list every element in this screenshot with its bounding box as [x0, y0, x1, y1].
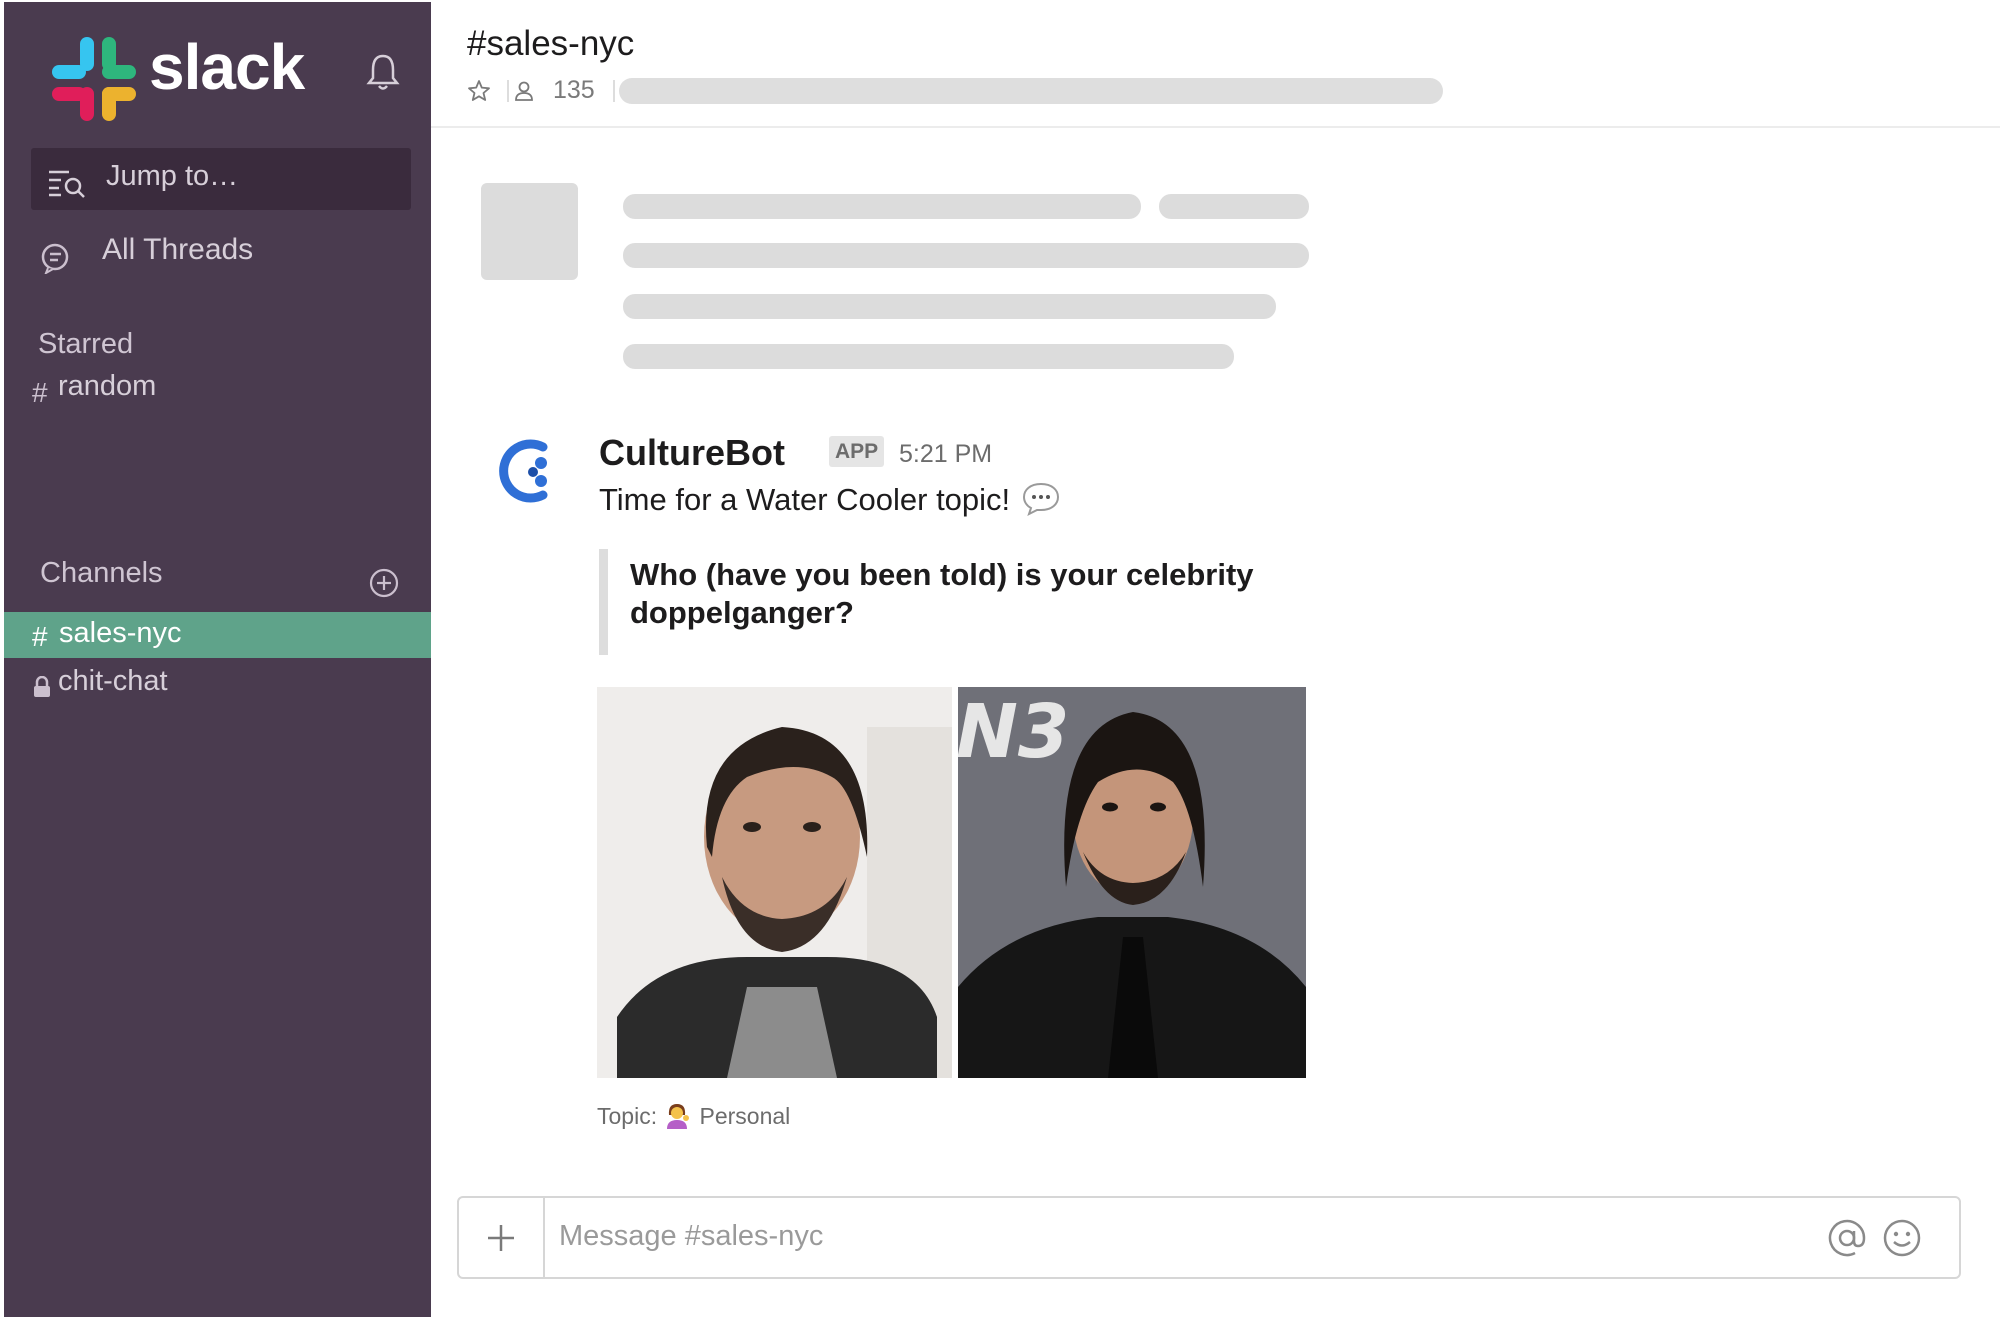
all-threads-link[interactable]: All Threads: [102, 233, 253, 267]
channels-section-label: Channels: [40, 557, 163, 589]
loading-line: [623, 344, 1234, 369]
sidebar-item-label: random: [58, 370, 157, 402]
sidebar-item-sales-nyc[interactable]: # sales-nyc: [4, 612, 431, 658]
add-channel-icon[interactable]: [368, 567, 400, 599]
photo-illustration: N3: [958, 687, 1306, 1078]
sidebar-item-label: sales-nyc: [59, 617, 182, 649]
topic-prefix: Topic:: [597, 1103, 658, 1129]
channel-topic-placeholder: [619, 78, 1443, 104]
emoji-icon[interactable]: [1882, 1218, 1922, 1258]
jump-to-button[interactable]: Jump to…: [31, 148, 411, 210]
app-badge: APP: [829, 436, 885, 467]
sidebar: slack Jump to… All Threads Starred # ran…: [4, 2, 431, 1317]
channel-title[interactable]: #sales-nyc: [467, 24, 634, 64]
hash-icon: #: [32, 621, 48, 652]
message-input[interactable]: [559, 1216, 1759, 1256]
divider: [613, 80, 615, 102]
culturebot-avatar-icon[interactable]: [495, 435, 563, 507]
starred-section-label: Starred: [38, 328, 134, 360]
slack-logo-icon: [52, 37, 136, 121]
search-list-icon: [49, 170, 85, 198]
quote-bar: [599, 549, 608, 655]
sidebar-item-chit-chat[interactable]: chit-chat: [4, 660, 431, 706]
lock-icon: [34, 676, 50, 697]
threads-icon[interactable]: [40, 242, 72, 274]
attach-button[interactable]: [459, 1198, 545, 1277]
channel-header: #sales-nyc 135: [431, 0, 2000, 128]
jump-to-label: Jump to…: [106, 160, 239, 192]
doppelganger-photo-right[interactable]: N3: [958, 687, 1306, 1078]
sidebar-item-random[interactable]: # random: [4, 365, 431, 411]
speech-bubble-icon: [1022, 482, 1060, 516]
message-text: Time for a Water Cooler topic!: [599, 482, 1011, 517]
brand-wordmark: slack: [149, 31, 305, 103]
star-icon[interactable]: [467, 79, 491, 103]
photo-illustration: [597, 687, 952, 1078]
message-timestamp[interactable]: 5:21 PM: [899, 440, 992, 469]
loading-line: [623, 294, 1276, 319]
loading-line: [623, 243, 1309, 268]
member-icon[interactable]: [513, 80, 535, 102]
topic-label: Topic: Personal: [597, 1103, 790, 1130]
person-tipping-hand-icon: [667, 1104, 689, 1129]
member-count[interactable]: 135: [553, 76, 595, 105]
message-author[interactable]: CultureBot: [599, 432, 785, 474]
hash-icon: #: [32, 377, 48, 408]
bell-icon[interactable]: [366, 52, 400, 92]
doppelganger-photo-left[interactable]: [597, 687, 952, 1078]
loading-line: [623, 194, 1141, 219]
mention-icon[interactable]: [1827, 1218, 1867, 1258]
loading-avatar-placeholder: [481, 183, 578, 280]
message-composer: [457, 1196, 1961, 1279]
topic-value: Personal: [699, 1103, 791, 1129]
sidebar-item-label: chit-chat: [58, 665, 168, 697]
plus-icon: [488, 1225, 514, 1251]
loading-line: [1159, 194, 1309, 219]
quote-text: Who (have you been told) is your celebri…: [630, 557, 1254, 630]
divider: [507, 80, 509, 102]
backdrop-lettering: N3: [958, 689, 1069, 775]
